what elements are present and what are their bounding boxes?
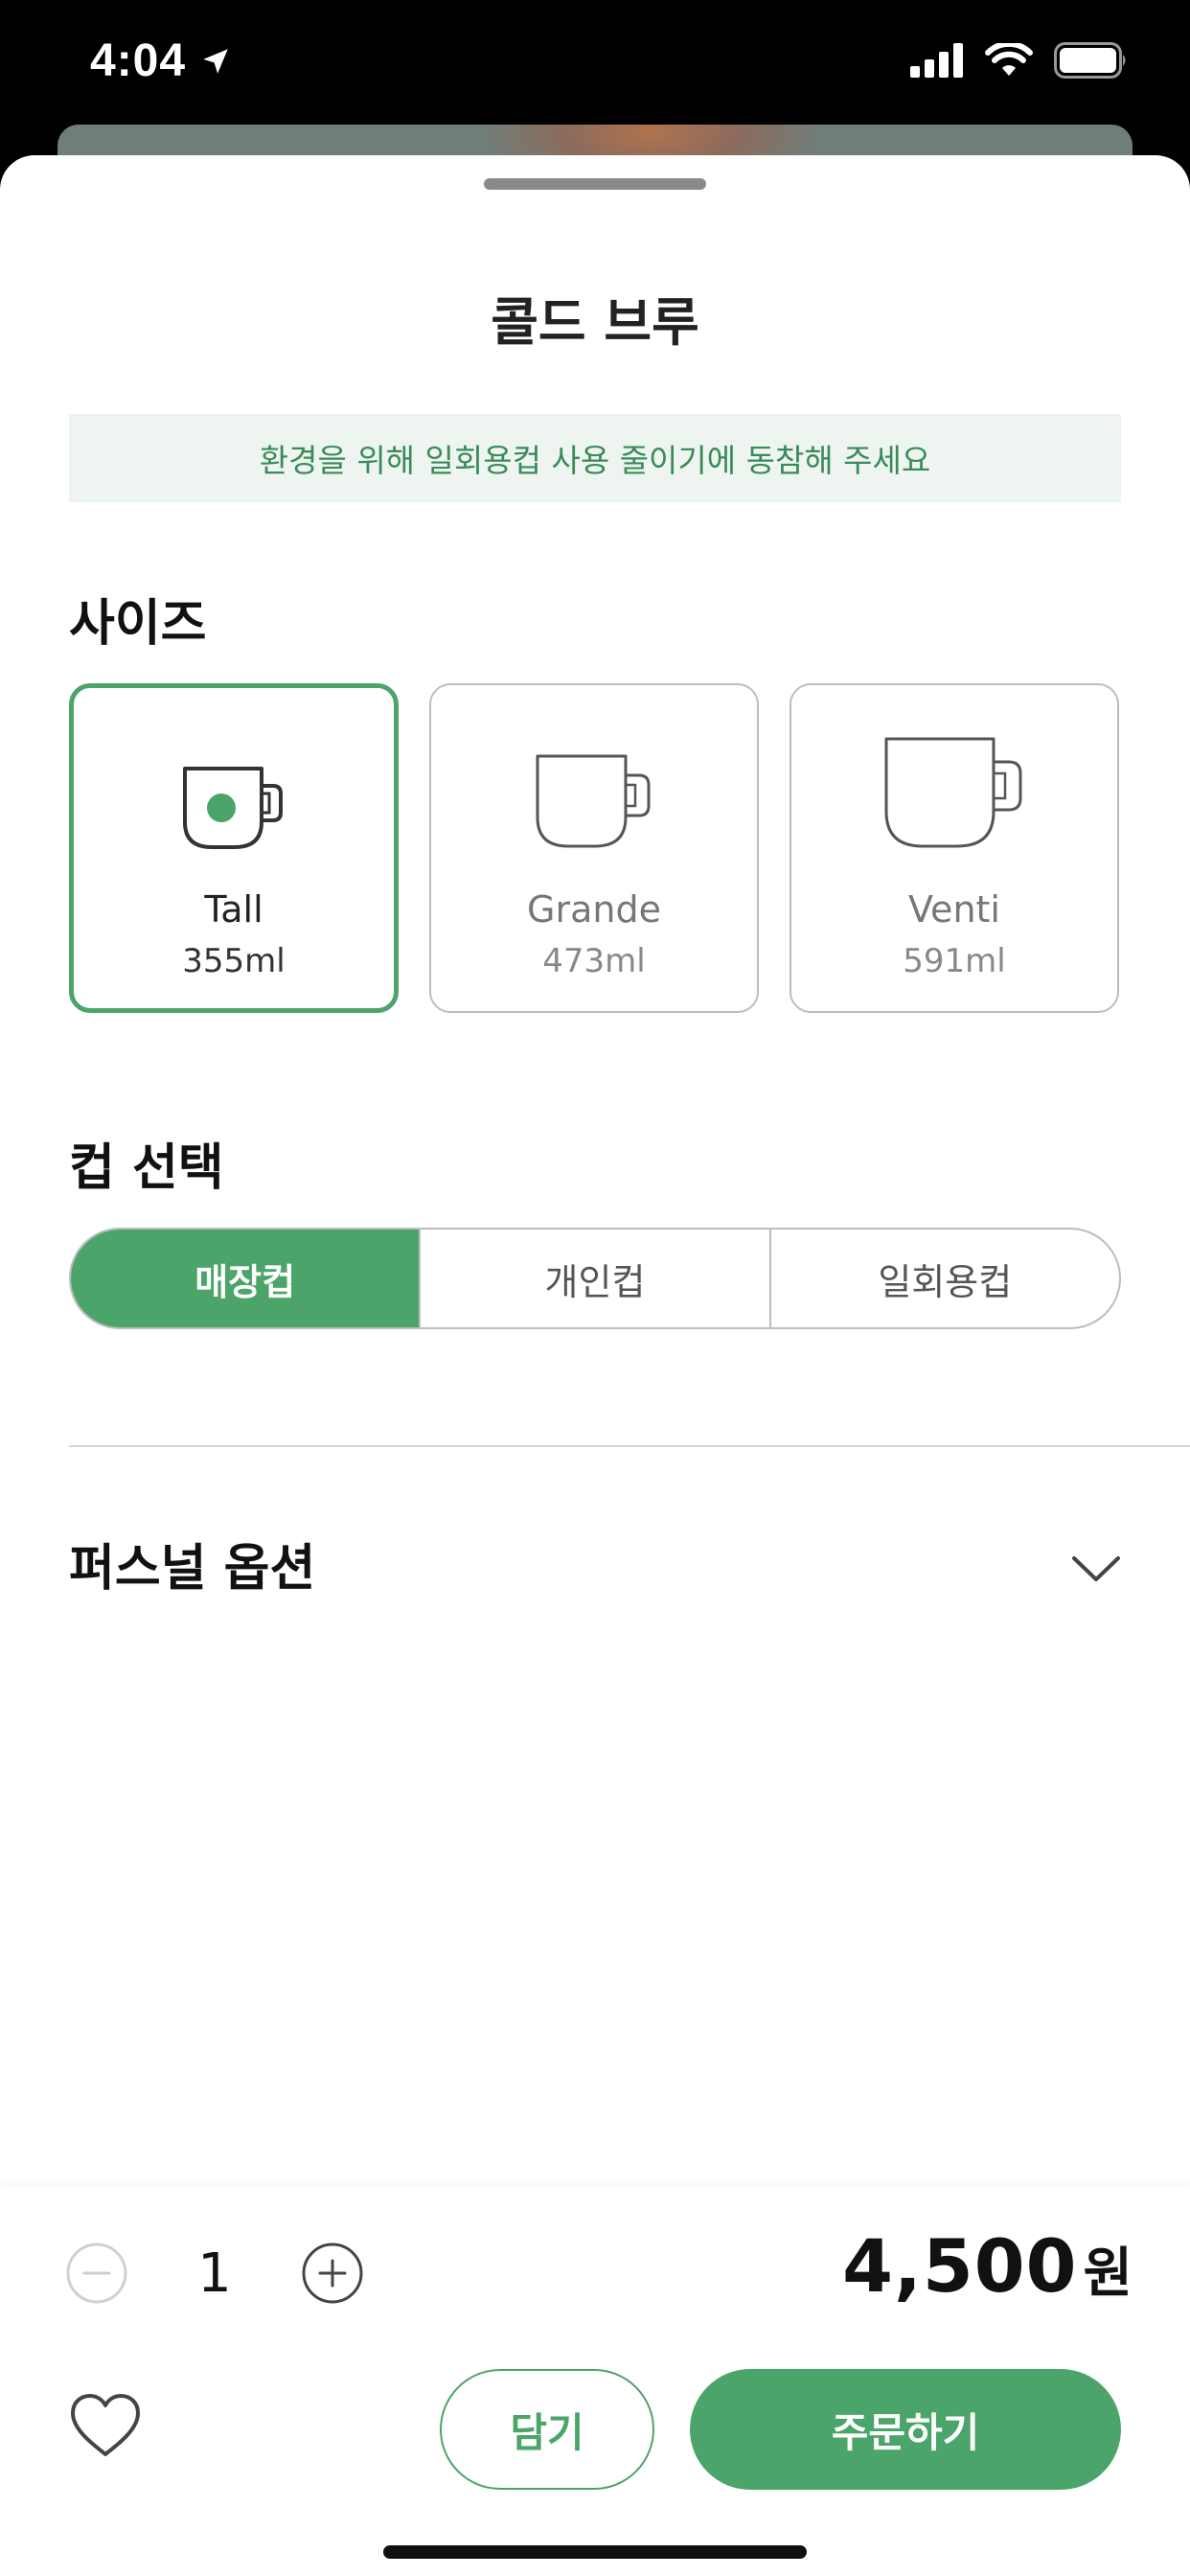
total-price: 4,500 원 — [842, 2223, 1133, 2309]
size-volume: 591ml — [903, 942, 1006, 980]
increase-quantity-button[interactable] — [301, 2242, 364, 2305]
size-option-venti[interactable]: Venti 591ml — [790, 683, 1119, 1013]
cup-option-store[interactable]: 매장컵 — [71, 1230, 420, 1327]
size-option-tall[interactable]: Tall 355ml — [69, 683, 399, 1013]
cup-section-label: 컵 선택 — [69, 1139, 224, 1197]
home-indicator[interactable] — [383, 2545, 807, 2559]
personal-option-label: 퍼스널 옵션 — [69, 1540, 316, 1598]
order-button[interactable]: 주문하기 — [690, 2369, 1121, 2490]
size-name: Venti — [908, 888, 1000, 931]
quantity-value: 1 — [197, 2242, 232, 2305]
cup-type-toggle: 매장컵 개인컵 일회용컵 — [69, 1228, 1121, 1329]
battery-icon — [1054, 42, 1126, 79]
status-bar: 4:04 — [0, 0, 1190, 134]
price-amount: 4,500 — [842, 2223, 1078, 2309]
cup-tall-icon — [183, 767, 283, 849]
add-to-cart-button[interactable]: 담기 — [440, 2369, 654, 2490]
status-time-group: 4:04 — [90, 34, 232, 87]
sheet-drag-handle[interactable] — [484, 178, 706, 190]
size-name: Tall — [204, 888, 263, 931]
size-volume: 355ml — [182, 942, 286, 980]
location-arrow-icon — [203, 48, 228, 74]
cellular-signal-icon — [910, 43, 963, 78]
cup-grande-icon — [536, 754, 651, 848]
order-bar: 1 4,500 원 담기 주문하기 — [0, 2187, 1190, 2576]
size-name: Grande — [527, 888, 661, 931]
cup-option-disposable[interactable]: 일회용컵 — [768, 1230, 1119, 1327]
size-option-grande[interactable]: Grande 473ml — [429, 683, 759, 1013]
status-icons — [910, 42, 1129, 79]
favorite-heart-icon[interactable] — [69, 2393, 142, 2460]
wifi-icon — [985, 43, 1033, 76]
product-title: 콜드 브루 — [491, 292, 699, 353]
eco-notice-banner: 환경을 위해 일회용컵 사용 줄이기에 동참해 주세요 — [69, 414, 1121, 502]
price-unit: 원 — [1083, 2242, 1133, 2305]
status-time: 4:04 — [90, 35, 187, 86]
size-volume: 473ml — [542, 942, 646, 980]
size-section-label: 사이즈 — [69, 595, 207, 653]
section-divider — [69, 1445, 1190, 1447]
cup-option-personal[interactable]: 개인컵 — [419, 1230, 768, 1327]
cup-venti-icon — [884, 737, 1022, 848]
chevron-down-icon — [1072, 1556, 1120, 1581]
personal-option-row[interactable]: 퍼스널 옵션 — [69, 1516, 1121, 1631]
decrease-quantity-button[interactable] — [65, 2242, 128, 2305]
